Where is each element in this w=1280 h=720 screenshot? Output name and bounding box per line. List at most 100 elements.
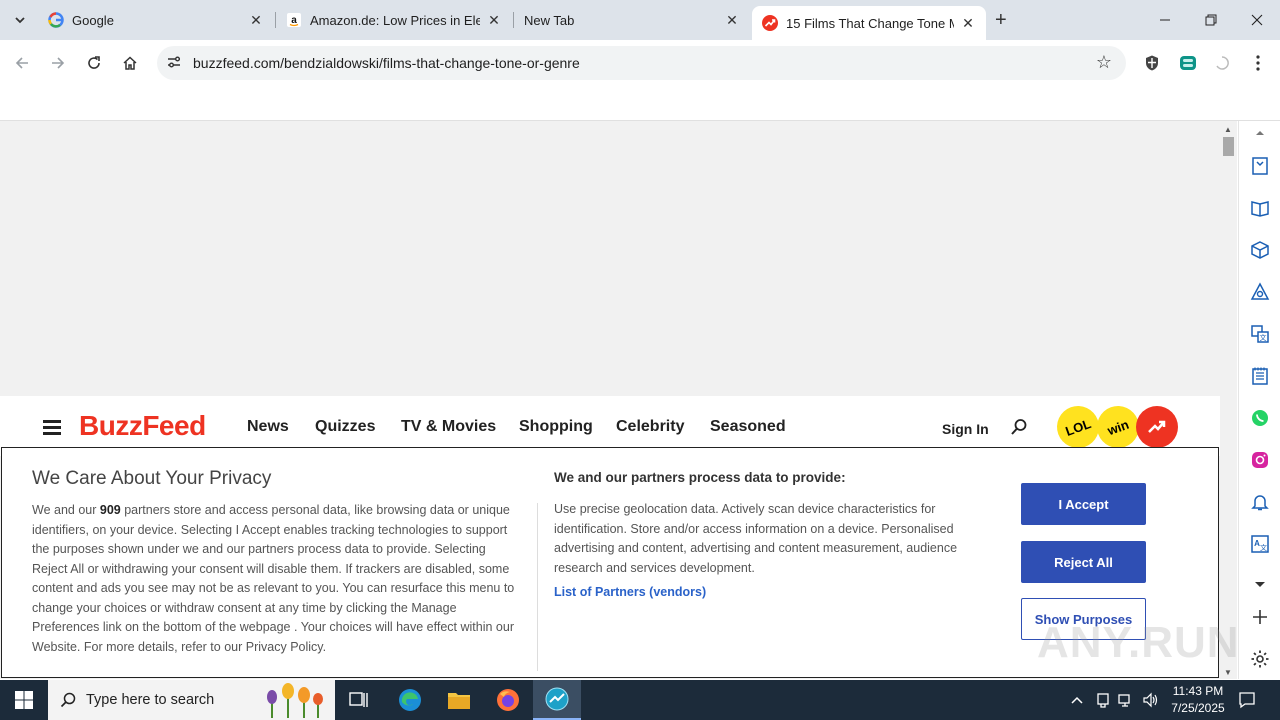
trending-badge[interactable] [1136, 406, 1178, 448]
tab-amazon[interactable]: a Amazon.de: Low Prices in Electr ✕ [276, 0, 512, 40]
site-settings-icon[interactable] [165, 54, 183, 72]
shield-extension-icon[interactable] [1141, 52, 1163, 74]
profile-extension-icon[interactable] [1177, 52, 1199, 74]
clock-time: 11:43 PM [1172, 684, 1224, 698]
firefox-icon [497, 689, 519, 711]
accept-button[interactable]: I Accept [1021, 483, 1146, 525]
clock-date: 7/25/2025 [1171, 701, 1225, 715]
close-tab-icon[interactable]: ✕ [724, 12, 740, 29]
reload-icon [88, 56, 100, 69]
file-explorer-taskbar-app[interactable] [435, 680, 483, 720]
sign-in-link[interactable]: Sign In [942, 421, 989, 437]
page-scrollbar[interactable]: ▲ ▼ [1220, 121, 1237, 679]
search-icon[interactable] [1010, 418, 1028, 441]
loading-extension-icon[interactable] [1211, 52, 1233, 74]
amazon-icon: a [287, 13, 301, 27]
forward-button[interactable] [46, 51, 70, 75]
nav-shopping[interactable]: Shopping [519, 418, 593, 436]
buzzfeed-logo[interactable]: BuzzFeed [79, 410, 206, 442]
tab-new-tab[interactable]: New Tab ✕ [514, 0, 750, 40]
network-icon[interactable] [1118, 680, 1134, 720]
home-button[interactable] [118, 51, 142, 75]
tulip-flowers-icon [267, 683, 323, 718]
tray-device-icon[interactable] [1095, 680, 1111, 720]
win-badge-label: win [1105, 416, 1131, 438]
tab-search-button[interactable] [8, 8, 32, 32]
tab-buzzfeed[interactable]: 15 Films That Change Tone Mid ✕ [752, 6, 986, 40]
whatsapp-icon[interactable] [1248, 406, 1272, 430]
task-view-icon [349, 692, 368, 707]
google-icon [48, 12, 64, 28]
tab-title: Google [72, 12, 114, 28]
notifications-icon[interactable] [1248, 490, 1272, 514]
minimize-button[interactable] [1142, 0, 1188, 40]
divider [537, 503, 538, 671]
task-view-button[interactable] [335, 680, 383, 720]
browser-app-icon [545, 687, 569, 711]
tab-google[interactable]: Google ✕ [38, 0, 274, 40]
side-panel: 文 A文 [1238, 121, 1280, 679]
scroll-down-icon[interactable]: ▼ [1224, 668, 1232, 677]
start-button[interactable] [0, 680, 48, 720]
close-tab-icon[interactable]: ✕ [486, 12, 502, 29]
nav-celebrity[interactable]: Celebrity [616, 418, 684, 436]
minimize-icon [1160, 19, 1170, 21]
close-tab-icon[interactable]: ✕ [960, 15, 976, 32]
tray-chevron-up-icon[interactable] [1070, 680, 1084, 720]
restore-button[interactable] [1188, 0, 1234, 40]
new-tab-plus-icon[interactable]: + [995, 9, 1007, 32]
svg-text:文: 文 [1260, 333, 1267, 342]
url-text[interactable]: buzzfeed.com/bendzialdowski/films-that-c… [193, 55, 580, 71]
taskbar-search-box[interactable]: Type here to search [48, 680, 335, 720]
nav-quizzes[interactable]: Quizzes [315, 418, 375, 436]
tab-title: New Tab [524, 12, 575, 28]
instagram-icon[interactable] [1248, 448, 1272, 472]
bookmark-star-icon[interactable]: ☆ [1096, 52, 1112, 73]
bookmark-manager-icon[interactable] [1248, 154, 1272, 178]
firefox-taskbar-app[interactable] [484, 680, 532, 720]
lol-badge-label: LOL [1063, 415, 1093, 439]
close-window-button[interactable] [1234, 0, 1280, 40]
windows-icon [15, 691, 33, 709]
action-center-icon[interactable] [1238, 680, 1256, 720]
settings-gear-icon[interactable] [1248, 647, 1272, 671]
nav-tv-movies[interactable]: TV & Movies [401, 418, 496, 436]
back-button[interactable] [10, 51, 34, 75]
volume-icon[interactable] [1142, 680, 1158, 720]
browser-menu-icon[interactable] [1247, 52, 1269, 74]
arrow-right-icon [52, 57, 65, 69]
package-icon[interactable] [1248, 238, 1272, 262]
partners-list-link[interactable]: List of Partners (vendors) [554, 585, 706, 599]
nav-seasoned[interactable]: Seasoned [710, 418, 786, 436]
drawing-tool-icon[interactable] [1248, 280, 1272, 304]
purposes-subtitle: We and our partners process data to prov… [554, 470, 846, 485]
svg-text:a: a [291, 15, 297, 26]
reload-button[interactable] [82, 51, 106, 75]
address-bar[interactable]: buzzfeed.com/bendzialdowski/films-that-c… [157, 46, 1126, 80]
privacy-body-pre: We and our [32, 503, 100, 517]
hamburger-menu-icon[interactable] [43, 420, 61, 435]
reading-list-icon[interactable] [1248, 196, 1272, 220]
reject-all-button[interactable]: Reject All [1021, 541, 1146, 583]
system-clock[interactable]: 11:43 PM 7/25/2025 [1160, 683, 1236, 717]
partners-count: 909 [99, 503, 121, 517]
svg-text:文: 文 [1260, 543, 1267, 552]
side-panel-chevron-down-icon[interactable] [1248, 573, 1272, 597]
windows-taskbar: Type here to search 11:43 PM 7/25/2025 [0, 680, 1280, 720]
tab-title: 15 Films That Change Tone Mid [786, 15, 954, 31]
scrollbar-thumb[interactable] [1223, 137, 1234, 156]
browser-taskbar-app[interactable] [533, 680, 581, 720]
notes-icon[interactable] [1248, 364, 1272, 388]
nav-news[interactable]: News [247, 418, 289, 436]
translate-icon[interactable]: 文 [1248, 322, 1272, 346]
chevron-down-icon [15, 17, 25, 24]
home-icon [123, 56, 137, 70]
language-translate-icon[interactable]: A文 [1248, 532, 1272, 556]
scroll-up-icon[interactable]: ▲ [1224, 125, 1232, 134]
close-icon [1251, 14, 1263, 26]
close-tab-icon[interactable]: ✕ [248, 12, 264, 29]
add-panel-icon[interactable] [1248, 605, 1272, 629]
side-panel-up-icon[interactable] [1248, 125, 1272, 141]
anyrun-watermark: ANY.RUN [1037, 618, 1240, 667]
edge-taskbar-app[interactable] [386, 680, 434, 720]
